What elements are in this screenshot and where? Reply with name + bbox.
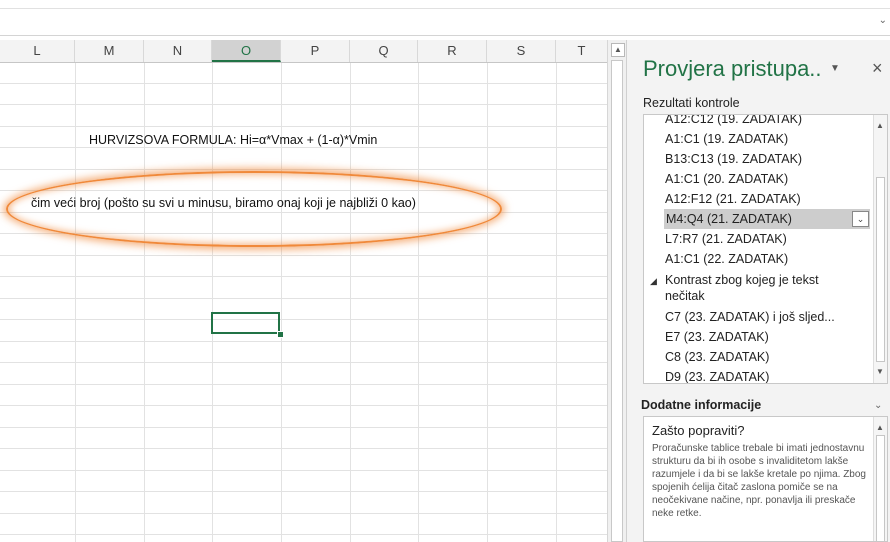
- scroll-down-icon[interactable]: ▼: [876, 367, 884, 376]
- list-item[interactable]: C8 (23. ZADATAK): [665, 347, 769, 367]
- grid-line: [0, 513, 607, 514]
- column-header-r[interactable]: R: [418, 40, 487, 62]
- list-item[interactable]: D9 (23. ZADATAK): [665, 367, 769, 383]
- selected-list-item[interactable]: M4:Q4 (21. ZADATAK) ⌄: [664, 209, 870, 229]
- grid-line: [0, 298, 607, 299]
- grid-line: [0, 384, 607, 385]
- grid-line: [0, 405, 607, 406]
- chevron-down-icon[interactable]: ⌄: [852, 211, 869, 227]
- info-scrollbar[interactable]: ▲: [873, 417, 887, 541]
- grid-line: [0, 83, 607, 84]
- formula-bar-expand-icon[interactable]: ⌄: [879, 15, 887, 26]
- grid-line: [0, 341, 607, 342]
- active-cell-cursor[interactable]: [211, 312, 280, 334]
- orange-highlight-ellipse: [6, 171, 502, 247]
- collapse-triangle-icon[interactable]: ◢: [650, 276, 657, 287]
- list-item[interactable]: A12:F12 (21. ZADATAK): [665, 189, 801, 209]
- list-item[interactable]: E7 (23. ZADATAK): [665, 327, 769, 347]
- grid-line: [0, 534, 607, 535]
- spreadsheet-grid[interactable]: L M N O P Q R S T HURVIZSOVA FORMULA: Hi…: [0, 40, 607, 542]
- list-item[interactable]: A12:C12 (19. ZADATAK): [665, 115, 802, 129]
- column-header-n[interactable]: N: [144, 40, 212, 62]
- selected-item-label: M4:Q4 (21. ZADATAK): [666, 212, 792, 226]
- results-label: Rezultati kontrole: [643, 96, 740, 110]
- additional-info-box: Zašto popraviti? Proračunske tablice tre…: [643, 416, 888, 542]
- formula-bar[interactable]: ⌄: [0, 9, 890, 36]
- scroll-up-icon[interactable]: ▲: [611, 43, 625, 57]
- list-item[interactable]: A1:C1 (20. ZADATAK): [665, 169, 788, 189]
- list-item[interactable]: A1:C1 (19. ZADATAK): [665, 129, 788, 149]
- column-header-t[interactable]: T: [556, 40, 607, 62]
- why-fix-title: Zašto popraviti?: [652, 423, 745, 438]
- pane-options-dropdown-icon[interactable]: ▼: [830, 63, 840, 74]
- chevron-down-icon[interactable]: ⌄: [874, 400, 882, 411]
- pane-title: Provjera pristupa..: [643, 56, 822, 81]
- list-item[interactable]: L7:R7 (21. ZADATAK): [665, 229, 787, 249]
- group-header-contrast[interactable]: Kontrast zbog kojeg je tekst nečitak: [665, 272, 840, 304]
- scrollbar-thumb[interactable]: [876, 435, 885, 541]
- ribbon-bottom-edge: [0, 0, 890, 9]
- column-header-m[interactable]: M: [75, 40, 144, 62]
- scrollbar-thumb[interactable]: [611, 60, 623, 542]
- results-list[interactable]: A12:C12 (19. ZADATAK) A1:C1 (19. ZADATAK…: [643, 114, 888, 384]
- grid-line: [0, 362, 607, 363]
- scrollbar-thumb[interactable]: [876, 177, 885, 362]
- column-header-p[interactable]: P: [281, 40, 350, 62]
- scroll-up-icon[interactable]: ▲: [876, 423, 884, 432]
- column-headers: L M N O P Q R S T: [0, 40, 607, 63]
- formula-text-cell[interactable]: HURVIZSOVA FORMULA: Hi=α*Vmax + (1-α)*Vm…: [89, 133, 377, 147]
- grid-line: [0, 491, 607, 492]
- close-icon[interactable]: ×: [872, 58, 883, 79]
- grid-line: [0, 470, 607, 471]
- grid-line: [0, 276, 607, 277]
- grid-line: [0, 427, 607, 428]
- grid-line: [0, 319, 607, 320]
- grid-line: [0, 448, 607, 449]
- column-header-o[interactable]: O: [212, 40, 281, 62]
- column-header-q[interactable]: Q: [350, 40, 418, 62]
- grid-line: [0, 169, 607, 170]
- scroll-up-icon[interactable]: ▲: [876, 121, 884, 130]
- grid-line: [0, 126, 607, 127]
- cell-area[interactable]: HURVIZSOVA FORMULA: Hi=α*Vmax + (1-α)*Vm…: [0, 63, 607, 542]
- list-item[interactable]: B13:C13 (19. ZADATAK): [665, 149, 802, 169]
- fill-handle[interactable]: [277, 331, 284, 338]
- column-header-s[interactable]: S: [487, 40, 556, 62]
- column-header-l[interactable]: L: [0, 40, 75, 62]
- why-fix-text: Proračunske tablice trebale bi imati jed…: [652, 443, 866, 519]
- list-item[interactable]: A1:C1 (22. ZADATAK): [665, 249, 788, 269]
- grid-line: [0, 104, 607, 105]
- grid-line: [0, 255, 607, 256]
- grid-vertical-scrollbar[interactable]: ▲: [607, 40, 626, 542]
- accessibility-checker-pane: Provjera pristupa.. ▼ × Rezultati kontro…: [626, 40, 890, 542]
- results-scrollbar[interactable]: ▲ ▼: [873, 115, 887, 383]
- list-item[interactable]: C7 (23. ZADATAK) i još sljed...: [665, 307, 835, 327]
- grid-line: [0, 147, 607, 148]
- additional-info-label[interactable]: Dodatne informacije: [641, 398, 761, 412]
